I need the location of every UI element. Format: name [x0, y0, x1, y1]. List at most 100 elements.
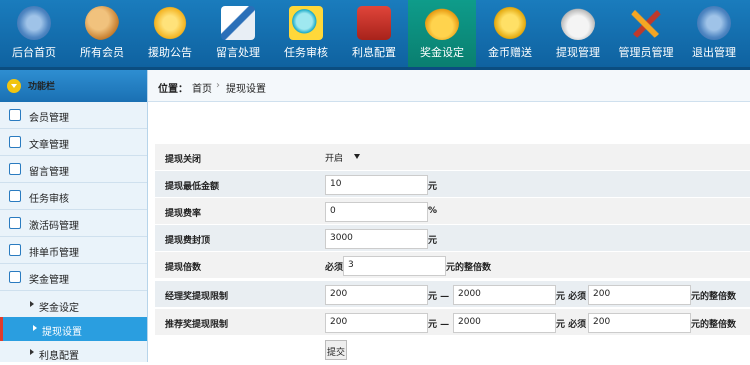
form-row-multiple: 提现倍数 必须 3 元的整倍数 — [155, 252, 750, 279]
fee-cap-input[interactable]: 3000 — [325, 229, 428, 249]
referral-multiple-input[interactable]: 200 — [588, 313, 691, 333]
manager-multiple-input[interactable]: 200 — [588, 285, 691, 305]
nav-item-coin-gift[interactable]: 金币赠送 — [476, 0, 544, 67]
nav-label: 提现管理 — [556, 46, 600, 59]
chevron-right-icon — [33, 325, 37, 331]
sidebar-item-label: 排单币管理 — [29, 248, 79, 259]
sidebar-item-label: 文章管理 — [29, 140, 69, 151]
field-label: 推荐奖提现限制 — [165, 320, 229, 330]
sidebar-item-label: 任务审核 — [29, 194, 69, 205]
nav-item-interest-config[interactable]: 利息配置 — [340, 0, 408, 67]
sidebar-subitem-bonus-settings[interactable]: 奖金设定 — [0, 293, 147, 317]
chevron-down-icon — [7, 79, 21, 93]
sidebar-item-label: 奖金管理 — [29, 275, 69, 286]
min-amount-input[interactable]: 10 — [325, 175, 428, 195]
nav-item-members[interactable]: 所有会员 — [68, 0, 136, 67]
sidebar-item-bonus-management[interactable]: 奖金管理 — [0, 264, 147, 291]
nav-label: 奖金设定 — [420, 46, 464, 59]
nav-item-task-review[interactable]: 任务审核 — [272, 0, 340, 67]
manager-max-input[interactable]: 2000 — [453, 285, 556, 305]
field-label: 提现费封顶 — [165, 236, 211, 246]
field-label: 提现费率 — [165, 209, 202, 219]
pen-icon — [221, 6, 255, 40]
unit-label: 元 — [428, 182, 438, 192]
form-row-withdraw-close: 提现关闭 开启 — [155, 144, 750, 171]
magnifier-icon — [289, 6, 323, 40]
breadcrumb-separator: › — [216, 80, 220, 91]
sidebar-item-members[interactable]: 会员管理 — [0, 102, 147, 129]
edit-icon — [9, 190, 21, 202]
referral-max-input[interactable]: 2000 — [453, 313, 556, 333]
sidebar-item-label: 会员管理 — [29, 113, 69, 124]
coins-icon — [493, 6, 527, 40]
withdraw-close-select[interactable]: 开启 — [325, 151, 360, 164]
form-row-manager-limit: 经理奖提现限制 200 元 — 2000 元 必须 200 元的整倍数 — [155, 281, 750, 308]
nav-label: 金币赠送 — [488, 46, 532, 59]
submit-button[interactable]: 提交 — [325, 340, 347, 360]
calendar-icon — [9, 271, 21, 283]
nav-label: 管理员管理 — [618, 46, 674, 59]
sidebar-subitem-interest-config[interactable]: 利息配置 — [0, 341, 147, 365]
field-label: 提现倍数 — [165, 263, 202, 273]
manager-min-input[interactable]: 200 — [325, 285, 428, 305]
sidebar-item-articles[interactable]: 文章管理 — [0, 129, 147, 156]
nav-label: 退出管理 — [692, 46, 736, 59]
edit-icon — [9, 163, 21, 175]
chevron-right-icon — [30, 301, 34, 307]
sidebar-item-label: 激活码管理 — [29, 221, 79, 232]
multiple-input[interactable]: 3 — [343, 256, 446, 276]
nav-label: 援助公告 — [148, 46, 192, 59]
nav-label: 留言处理 — [216, 46, 260, 59]
field-label: 经理奖提现限制 — [165, 292, 229, 302]
wallet-icon — [357, 6, 391, 40]
multiple-suffix: 元的整倍数 — [691, 292, 737, 302]
multiple-suffix: 元的整倍数 — [691, 320, 737, 330]
referral-min-input[interactable]: 200 — [325, 313, 428, 333]
multiple-suffix: 元的整倍数 — [446, 263, 492, 273]
sidebar-subitem-label: 提现设置 — [42, 327, 82, 338]
tools-icon — [629, 6, 663, 40]
range-dash: 元 — — [428, 320, 450, 330]
unit-label: 元 — [428, 236, 438, 246]
sidebar-item-label: 留言管理 — [29, 167, 69, 178]
form-row-fee-rate: 提现费率 0 % — [155, 198, 750, 225]
form-row-fee-cap: 提现费封顶 3000 元 — [155, 225, 750, 252]
sidebar: 功能栏 会员管理 文章管理 留言管理 任务审核 激活码管理 排单币管理 奖金管理… — [0, 70, 148, 362]
nav-label: 后台首页 — [12, 46, 56, 59]
sidebar-item-messages[interactable]: 留言管理 — [0, 156, 147, 183]
money-bag-icon — [425, 6, 459, 40]
must-label: 元 必须 — [556, 320, 587, 330]
nav-item-logout[interactable]: 退出管理 — [680, 0, 748, 67]
top-navigation: 后台首页 所有会员 援助公告 留言处理 任务审核 利息配置 奖金设定 金币赠送 … — [0, 0, 750, 70]
calendar-icon — [9, 244, 21, 256]
nav-label: 所有会员 — [80, 46, 124, 59]
breadcrumb-home-link[interactable]: 首页 — [192, 80, 212, 95]
fee-rate-input[interactable]: 0 — [325, 202, 428, 222]
list-icon — [9, 109, 21, 121]
sidebar-item-queue-coins[interactable]: 排单币管理 — [0, 237, 147, 264]
breadcrumb-current: 提现设置 — [226, 84, 266, 95]
field-label: 提现最低金额 — [165, 182, 220, 192]
sidebar-subitem-withdraw-settings[interactable]: 提现设置 — [0, 317, 147, 341]
select-value: 开启 — [325, 154, 344, 164]
gear-icon — [17, 6, 51, 40]
nav-item-bonus-settings[interactable]: 奖金设定 — [408, 0, 476, 67]
nav-label: 任务审核 — [284, 46, 328, 59]
nav-item-withdrawals[interactable]: 提现管理 — [544, 0, 612, 67]
nav-item-announcements[interactable]: 援助公告 — [136, 0, 204, 67]
sidebar-item-task-review[interactable]: 任务审核 — [0, 183, 147, 210]
users-icon — [85, 6, 119, 40]
multiple-prefix: 必须 — [325, 263, 344, 273]
range-dash: 元 — — [428, 292, 450, 302]
sidebar-subitem-label: 利息配置 — [39, 351, 79, 362]
nav-item-home[interactable]: 后台首页 — [0, 0, 68, 67]
sidebar-subitem-label: 奖金设定 — [39, 303, 79, 314]
must-label: 元 必须 — [556, 292, 587, 302]
breadcrumb: 位置： 首页 › 提现设置 — [148, 70, 750, 102]
nav-item-messages[interactable]: 留言处理 — [204, 0, 272, 67]
dollar-bag-icon — [561, 6, 595, 40]
unit-label: % — [428, 206, 438, 216]
edit-icon — [9, 136, 21, 148]
nav-item-admin-management[interactable]: 管理员管理 — [612, 0, 680, 67]
sidebar-item-activation-codes[interactable]: 激活码管理 — [0, 210, 147, 237]
